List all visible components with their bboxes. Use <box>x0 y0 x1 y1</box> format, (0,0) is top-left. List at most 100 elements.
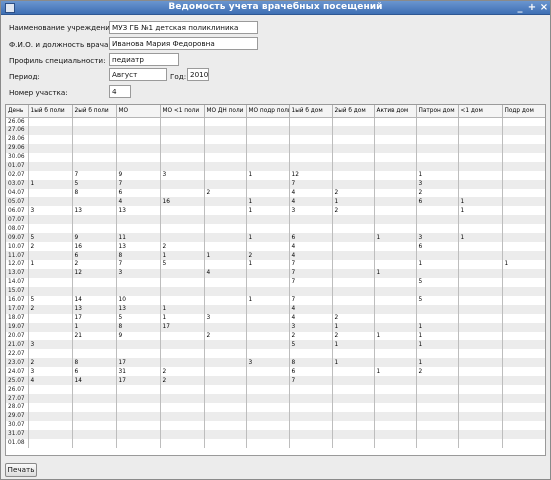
table-cell[interactable] <box>160 385 205 395</box>
table-cell[interactable] <box>160 438 205 448</box>
table-cell[interactable]: 13 <box>116 206 161 216</box>
day-cell[interactable]: 25.07 <box>6 376 29 386</box>
day-cell[interactable]: 30.06 <box>6 152 29 162</box>
table-cell[interactable] <box>246 134 290 144</box>
table-cell[interactable] <box>72 403 117 412</box>
table-cell[interactable] <box>28 403 73 412</box>
table-cell[interactable]: 4 <box>289 304 333 314</box>
table-cell[interactable]: 2 <box>332 206 375 216</box>
table-cell[interactable]: 12 <box>289 170 333 180</box>
table-cell[interactable] <box>204 295 247 305</box>
table-cell[interactable] <box>28 161 73 171</box>
table-row[interactable]: 28.06 <box>6 134 545 144</box>
table-cell[interactable]: 13 <box>72 206 117 216</box>
table-cell[interactable] <box>289 403 333 412</box>
table-cell[interactable]: 3 <box>246 358 290 368</box>
table-row[interactable]: 01.08 <box>6 438 545 448</box>
table-cell[interactable]: 3 <box>28 367 73 377</box>
table-cell[interactable] <box>416 376 459 386</box>
table-cell[interactable]: 2 <box>204 331 247 341</box>
table-row[interactable]: 22.07 <box>6 349 545 359</box>
column-header[interactable]: МО <1 поли <box>160 105 205 118</box>
day-cell[interactable]: 23.07 <box>6 358 29 368</box>
table-cell[interactable]: 31 <box>116 367 161 377</box>
table-cell[interactable] <box>458 403 503 412</box>
table-cell[interactable] <box>28 331 73 341</box>
table-cell[interactable] <box>458 277 503 287</box>
table-cell[interactable]: 1 <box>416 358 459 368</box>
table-cell[interactable] <box>116 420 161 430</box>
table-cell[interactable] <box>28 188 73 198</box>
table-cell[interactable] <box>72 161 117 171</box>
minimize-icon[interactable]: _ <box>514 2 526 14</box>
table-cell[interactable] <box>116 143 161 153</box>
table-cell[interactable] <box>458 394 503 403</box>
table-cell[interactable] <box>502 313 545 323</box>
table-cell[interactable]: 1 <box>246 260 290 269</box>
table-cell[interactable]: 1 <box>204 251 247 260</box>
table-cell[interactable] <box>332 260 375 269</box>
table-cell[interactable] <box>28 215 73 225</box>
table-cell[interactable]: 1 <box>246 170 290 180</box>
table-cell[interactable]: 2 <box>72 260 117 269</box>
table-cell[interactable]: 1 <box>374 331 417 341</box>
table-cell[interactable] <box>160 215 205 225</box>
table-cell[interactable] <box>246 438 290 448</box>
table-cell[interactable] <box>416 438 459 448</box>
table-cell[interactable] <box>204 117 247 126</box>
table-row[interactable]: 31.07 <box>6 429 545 439</box>
table-cell[interactable] <box>374 304 417 314</box>
table-cell[interactable] <box>289 134 333 144</box>
table-cell[interactable] <box>246 277 290 287</box>
table-cell[interactable]: 4 <box>289 242 333 252</box>
table-cell[interactable] <box>458 143 503 153</box>
table-cell[interactable] <box>160 206 205 216</box>
table-cell[interactable] <box>502 268 545 278</box>
column-header[interactable]: МО подр поли <box>246 105 290 118</box>
day-cell[interactable]: 19.07 <box>6 322 29 332</box>
table-cell[interactable] <box>416 251 459 260</box>
table-row[interactable]: 14.07 7 5 <box>6 277 545 287</box>
table-cell[interactable] <box>416 385 459 395</box>
table-cell[interactable] <box>374 429 417 439</box>
table-cell[interactable] <box>204 215 247 225</box>
table-cell[interactable] <box>458 188 503 198</box>
table-cell[interactable] <box>246 420 290 430</box>
table-cell[interactable] <box>374 143 417 153</box>
table-cell[interactable] <box>160 152 205 162</box>
table-cell[interactable]: 2 <box>289 331 333 341</box>
table-cell[interactable] <box>204 233 247 243</box>
table-cell[interactable]: 3 <box>289 322 333 332</box>
table-cell[interactable] <box>204 411 247 421</box>
table-cell[interactable] <box>332 170 375 180</box>
table-cell[interactable]: 2 <box>246 251 290 260</box>
table-cell[interactable] <box>72 340 117 350</box>
table-cell[interactable] <box>416 394 459 403</box>
table-cell[interactable] <box>289 394 333 403</box>
table-cell[interactable]: 2 <box>332 188 375 198</box>
table-cell[interactable]: 9 <box>116 331 161 341</box>
table-cell[interactable] <box>204 322 247 332</box>
table-cell[interactable] <box>204 286 247 296</box>
table-cell[interactable]: 6 <box>72 367 117 377</box>
table-cell[interactable] <box>28 322 73 332</box>
day-cell[interactable]: 05.07 <box>6 197 29 207</box>
table-cell[interactable] <box>28 277 73 287</box>
table-cell[interactable]: 17 <box>72 313 117 323</box>
table-cell[interactable]: 1 <box>458 233 503 243</box>
table-cell[interactable] <box>246 411 290 421</box>
table-cell[interactable] <box>416 349 459 359</box>
table-cell[interactable]: 4 <box>289 313 333 323</box>
table-cell[interactable]: 12 <box>72 268 117 278</box>
visits-table[interactable]: День 1ый б поли 2ый б поли МО МО <1 поли МО Д… <box>5 104 546 456</box>
table-cell[interactable] <box>416 206 459 216</box>
table-cell[interactable] <box>502 286 545 296</box>
table-row[interactable]: 15.07 <box>6 286 545 296</box>
day-cell[interactable]: 07.07 <box>6 215 29 225</box>
table-cell[interactable] <box>332 349 375 359</box>
table-cell[interactable]: 17 <box>160 322 205 332</box>
table-cell[interactable]: 7 <box>289 179 333 189</box>
table-cell[interactable] <box>204 197 247 207</box>
table-row[interactable]: 19.07 1 8 17 3 1 1 <box>6 322 545 332</box>
table-cell[interactable]: 14 <box>72 376 117 386</box>
